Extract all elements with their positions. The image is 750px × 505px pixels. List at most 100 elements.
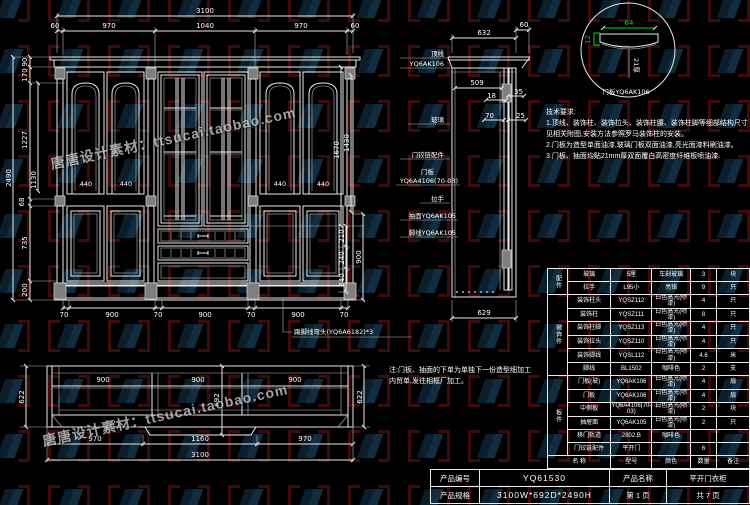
table-cell: 亮铬 bbox=[651, 281, 691, 295]
dim-label: 170 bbox=[21, 68, 29, 81]
table-cell: 门铰链配件 bbox=[566, 442, 612, 457]
table-cell: YQSZ110 bbox=[610, 334, 653, 350]
table-cell: 移门轨道 bbox=[566, 429, 612, 444]
dim-label: 1430 bbox=[343, 134, 351, 152]
table-cell: 2 bbox=[689, 402, 718, 417]
product-spec: 3100W*692D*2490H bbox=[479, 486, 610, 504]
table-cell: L95小 bbox=[610, 281, 653, 295]
dim-label: 2490 bbox=[5, 169, 13, 187]
table-cell: 抽屉面 bbox=[566, 415, 612, 431]
dim-label: 900 bbox=[191, 376, 204, 384]
technical-notes: 技术要求: 1.顶线、装饰柱、装饰拉头、装饰柱腰、装饰柱脚等细部结构尺寸见相关附… bbox=[546, 107, 749, 162]
table-cell: 只 bbox=[716, 334, 750, 350]
table-cell: 车刻玻璃 bbox=[651, 268, 691, 282]
notes-line: 3.门板、抽面均贴21mm厚双面覆白高密度纤维板喷油漆. bbox=[546, 153, 721, 160]
table-cell: 装饰脚线 bbox=[566, 348, 612, 363]
table-cell: 8 bbox=[689, 307, 718, 323]
table-cell: 2 bbox=[689, 361, 718, 376]
table-cell: 装饰柱头 bbox=[566, 294, 612, 309]
table-cell bbox=[716, 442, 750, 457]
dim-label: 440 bbox=[317, 180, 329, 188]
drawers bbox=[157, 228, 249, 282]
table-cell: 9 bbox=[689, 281, 718, 295]
dim-label: 970 bbox=[88, 435, 101, 443]
dim-label: 970 bbox=[294, 22, 307, 30]
dim-label: 900 bbox=[105, 311, 118, 319]
cad-drawing-sheet: 440 440 440 440 3100 60 970 1040 970 60 … bbox=[0, 0, 750, 505]
dim-label: 21厚 bbox=[632, 58, 640, 73]
dim-label: 1160 bbox=[191, 435, 209, 443]
section-annotations: 顶线 YQ6AK106 玻璃 门铰链配件 门板 YQ6A4106(70-03) … bbox=[396, 49, 460, 238]
table-cell: 咖啡色 bbox=[651, 429, 691, 444]
dim-label: 70 bbox=[340, 311, 349, 319]
table-header: 数量 bbox=[689, 455, 718, 470]
plan-view: 900 900 900 622 622 692 70 970 1160 970 … bbox=[18, 363, 370, 463]
table-cell: 4 bbox=[689, 388, 718, 404]
table-cell: 平开门 bbox=[610, 442, 653, 457]
table-cell bbox=[689, 429, 718, 444]
dim-label: 440 bbox=[120, 180, 132, 188]
table-cell: 白色高光(喷漆) bbox=[651, 415, 691, 431]
table-cell: 4 bbox=[689, 374, 718, 390]
table-cell: 白色高光(喷漆) bbox=[651, 294, 691, 309]
dim-label: 60 bbox=[520, 21, 529, 29]
table-cell: 只 bbox=[716, 415, 750, 431]
dim-label: 629 bbox=[477, 309, 490, 317]
dim-label: 1670 bbox=[333, 141, 341, 159]
dim-label: 240 bbox=[338, 273, 346, 286]
product-code: YQ61530 bbox=[479, 469, 610, 487]
table-cell: YQ6AK106 bbox=[610, 374, 653, 390]
table-cell: YQ6AK105 bbox=[610, 415, 653, 431]
dim-label: 240 bbox=[338, 251, 346, 264]
table-cell: 中侧板 bbox=[566, 402, 612, 417]
table-cell: 装饰柱脚 bbox=[566, 321, 612, 336]
dim-label: 18 bbox=[487, 92, 496, 100]
table-cell: 脚线 bbox=[566, 361, 612, 376]
table-cell: 门板(玻) bbox=[566, 374, 612, 390]
elevation-view: 440 440 440 440 bbox=[49, 56, 361, 301]
table-cell: YQ6AK106 bbox=[610, 388, 653, 404]
table-header: 型号 bbox=[610, 455, 653, 470]
dim-label: 900 bbox=[355, 250, 363, 263]
table-group-label: 配件 bbox=[547, 268, 568, 295]
annotation-label: 脚线YQ6AK105 bbox=[409, 228, 456, 237]
dim-label: 70 bbox=[154, 311, 163, 319]
notes-title: 技术要求: bbox=[546, 109, 576, 116]
table-cell: 6 bbox=[689, 442, 718, 457]
glass-doors bbox=[157, 71, 249, 227]
annotation-label: 玻璃 bbox=[431, 115, 445, 124]
table-cell: 支 bbox=[716, 361, 750, 376]
table-cell: 4.6 bbox=[689, 348, 718, 363]
table-cell: YQ6A4106(70-03) bbox=[610, 402, 653, 417]
table-group-label: 装饰件 bbox=[547, 294, 568, 376]
dim-label: 509 bbox=[470, 79, 483, 87]
table-cell: 白色高光(喷漆) bbox=[651, 402, 691, 417]
annotation-label: YQ6AK106 bbox=[409, 60, 444, 68]
plan-note: 注:门板、抽面的下单为单独下一份造型细加工 内贸单,发往相框厂加工。 bbox=[389, 365, 554, 387]
dim-label: 25 bbox=[516, 112, 525, 120]
table-cell: 白色高光(喷漆) bbox=[651, 348, 691, 363]
table-cell: 装饰拉头 bbox=[566, 334, 612, 350]
table-header: 颜色 bbox=[651, 455, 691, 470]
dim-label: 12 bbox=[584, 35, 592, 44]
dim-label: 90 bbox=[21, 58, 29, 67]
dim-label: 3100 bbox=[196, 7, 214, 15]
notes-line: 2.门板为造型单面油漆,玻璃门板双面油漆,亮光面漆料刷油漆。 bbox=[546, 142, 738, 149]
section-view: 632 60 509 18 35 70 25 629 bbox=[447, 21, 532, 322]
titleblock-label: 产品名称 bbox=[609, 469, 667, 487]
dim-label: 900 bbox=[96, 376, 109, 384]
table-cell: 玻璃 bbox=[566, 268, 612, 282]
detail-label: 门板YQ6AK106 bbox=[602, 87, 649, 96]
dim-label: 440 bbox=[274, 180, 286, 188]
annotation-label: 门板 bbox=[421, 167, 435, 176]
dim-label: 440 bbox=[80, 180, 92, 188]
dim-label: 35 bbox=[514, 88, 523, 96]
table-cell: 扇 bbox=[716, 374, 750, 390]
table-cell: 白色高光(喷漆) bbox=[651, 388, 691, 404]
dim-label: 70 bbox=[109, 420, 117, 428]
dim-label: 1130 bbox=[30, 171, 38, 189]
table-cell: 白色高光(喷漆) bbox=[651, 307, 691, 323]
table-cell: 白色高光(喷漆) bbox=[651, 374, 691, 390]
table-cell: 白色高光(喷漆) bbox=[651, 321, 691, 336]
table-cell bbox=[716, 429, 750, 444]
